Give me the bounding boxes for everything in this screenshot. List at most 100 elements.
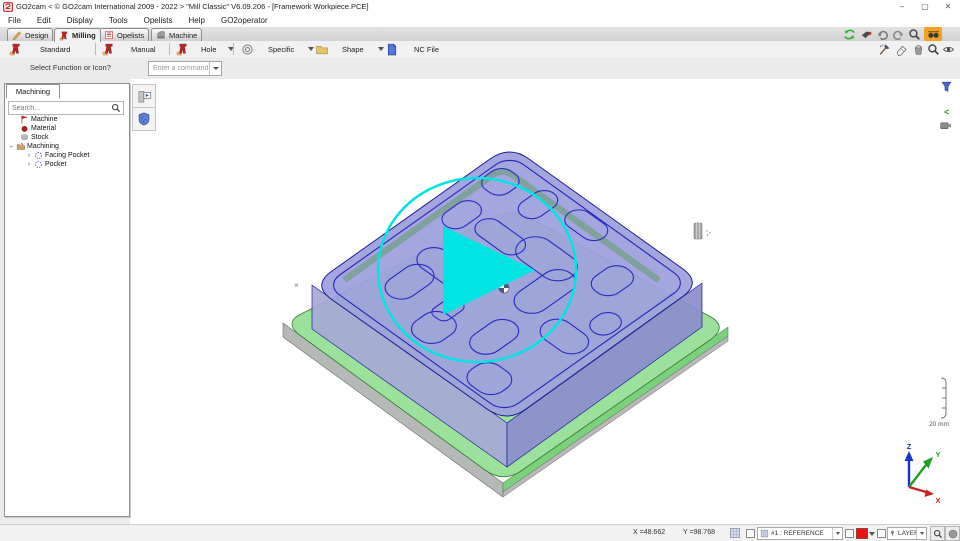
minimize-button[interactable]: – <box>893 0 911 13</box>
axis-y-label: Y <box>935 450 940 459</box>
command-prompt-label: Select Function or Icon? <box>30 63 111 72</box>
tab-design[interactable]: Design <box>7 28 53 41</box>
undo-icon[interactable] <box>876 28 889 41</box>
sync-icon[interactable] <box>843 28 856 41</box>
close-button[interactable]: ✕ <box>939 0 957 13</box>
tree-item-machining[interactable]: › Machining <box>6 142 126 151</box>
machining-tree: Machine Material Stock › Machining › Fac… <box>6 115 126 169</box>
zoom-icon[interactable] <box>908 28 921 41</box>
ribbon-tab-bar: Design Milling Opelists Machine <box>0 27 960 42</box>
reference-checkbox[interactable] <box>746 529 755 538</box>
color-checkbox[interactable] <box>845 529 854 538</box>
status-bar: X =48.662 Y =98.768 #1 : REFERENCE LAYER… <box>0 524 960 541</box>
tree-item-machine[interactable]: Machine <box>6 115 126 124</box>
stock-tree-icon <box>20 133 29 142</box>
maximize-button[interactable]: ▢ <box>916 0 934 13</box>
magnifier-icon[interactable] <box>927 43 940 56</box>
3d-viewport[interactable]: × 20 mm Z Y X <box>130 79 960 524</box>
layer-magnifier-icon <box>933 529 943 539</box>
eraser-icon[interactable] <box>895 43 908 56</box>
expander-closed-icon[interactable]: › <box>26 152 32 159</box>
window-title: GO2cam < © GO2cam International 2009 - 2… <box>16 2 369 11</box>
go2-glasses-button[interactable] <box>924 27 942 41</box>
reference-caret[interactable] <box>832 528 842 539</box>
menu-file[interactable]: File <box>0 16 29 25</box>
command-combobox[interactable]: Enter a command <box>148 61 222 76</box>
menu-bar: File Edit Display Tools Opelists Help GO… <box>0 14 960 27</box>
panel-tab-machining[interactable]: Machining <box>6 84 60 99</box>
status-extra-button[interactable] <box>945 526 960 541</box>
facing-pocket-icon <box>34 151 43 160</box>
reference-plane-icon <box>760 529 769 538</box>
specific-spiral-icon <box>241 43 254 56</box>
pocket-icon <box>34 160 43 169</box>
tool-icon <box>694 223 711 239</box>
tab-machine[interactable]: Machine <box>151 28 202 41</box>
redo-icon[interactable] <box>892 28 905 41</box>
app-icon <box>3 2 13 12</box>
design-icon <box>12 30 22 40</box>
standard-button[interactable]: Standard <box>6 42 87 56</box>
layer-caret[interactable] <box>916 528 926 539</box>
ncfile-button[interactable]: NC File <box>382 42 454 56</box>
shape-button[interactable]: Shape <box>312 42 387 56</box>
shield-icon <box>137 112 151 126</box>
status-circle-icon <box>948 529 958 539</box>
menu-go2operator[interactable]: GO2operator <box>213 16 276 25</box>
separator <box>95 43 96 55</box>
tree-search-box[interactable] <box>8 101 124 115</box>
ruler-label: 20 mm <box>929 421 949 428</box>
specific-button[interactable]: Specific <box>238 42 317 56</box>
milling-toolbar: Standard Manual Hole Specific Shape NC F… <box>0 41 960 58</box>
search-input[interactable] <box>9 105 111 112</box>
machine-icon <box>156 30 166 40</box>
reference-combobox[interactable]: #1 : REFERENCE <box>757 527 843 540</box>
menu-display[interactable]: Display <box>59 16 101 25</box>
machining-tree-icon <box>16 142 25 151</box>
tab-opelists[interactable]: Opelists <box>99 28 149 41</box>
simulation-button[interactable] <box>132 84 156 108</box>
menu-tools[interactable]: Tools <box>101 16 136 25</box>
expander-open-icon[interactable]: › <box>8 144 15 150</box>
menu-opelists[interactable]: Opelists <box>136 16 181 25</box>
glasses-icon <box>927 28 940 41</box>
milling-icon <box>59 31 69 41</box>
color-caret[interactable] <box>869 532 875 536</box>
tree-item-stock[interactable]: Stock <box>6 133 126 142</box>
view-capture-button[interactable] <box>936 119 954 132</box>
filter-button[interactable] <box>938 79 954 93</box>
cursor-x-readout: X =48.662 <box>633 529 665 536</box>
layer-combobox[interactable]: LAYER : 1 <box>887 527 927 540</box>
tree-item-material[interactable]: Material <box>6 124 126 133</box>
search-icon <box>111 103 121 113</box>
axis-x-label: X <box>935 496 940 505</box>
tool-shield-button[interactable] <box>132 107 156 131</box>
pointer-hand-icon[interactable] <box>860 28 873 41</box>
grid-snap-icon[interactable] <box>729 527 741 539</box>
command-combobox-hint: Enter a command <box>149 65 209 72</box>
machine-tree-icon <box>20 115 29 124</box>
visibility-eye-icon[interactable] <box>942 43 955 56</box>
layer-checkbox[interactable] <box>877 529 886 538</box>
axis-triad: Z Y X <box>905 442 941 505</box>
menu-help[interactable]: Help <box>181 16 213 25</box>
manual-button[interactable]: Manual <box>99 42 171 56</box>
hole-button[interactable]: Hole <box>173 42 237 56</box>
tab-milling[interactable]: Milling <box>54 28 101 42</box>
collapse-panel-chevron[interactable]: < <box>944 107 949 117</box>
layer-pin-icon <box>889 530 896 537</box>
scale-ruler <box>941 378 946 418</box>
machine-play-icon <box>137 89 152 104</box>
axis-z-label: Z <box>907 442 912 451</box>
tree-item-facing-pocket[interactable]: › Facing Pocket <box>6 151 126 160</box>
expander-closed-icon[interactable]: › <box>26 161 32 168</box>
color-swatch[interactable] <box>856 528 868 539</box>
bucket-icon[interactable] <box>912 43 925 56</box>
viewport-x-marker: × <box>294 281 299 290</box>
cleanup-axe-icon[interactable] <box>878 43 891 56</box>
layer-manager-button[interactable] <box>930 526 945 541</box>
tree-item-pocket[interactable]: › Pocket <box>6 160 126 169</box>
menu-edit[interactable]: Edit <box>29 16 59 25</box>
ncfile-doc-icon <box>385 43 398 56</box>
command-combobox-caret[interactable] <box>209 62 221 75</box>
